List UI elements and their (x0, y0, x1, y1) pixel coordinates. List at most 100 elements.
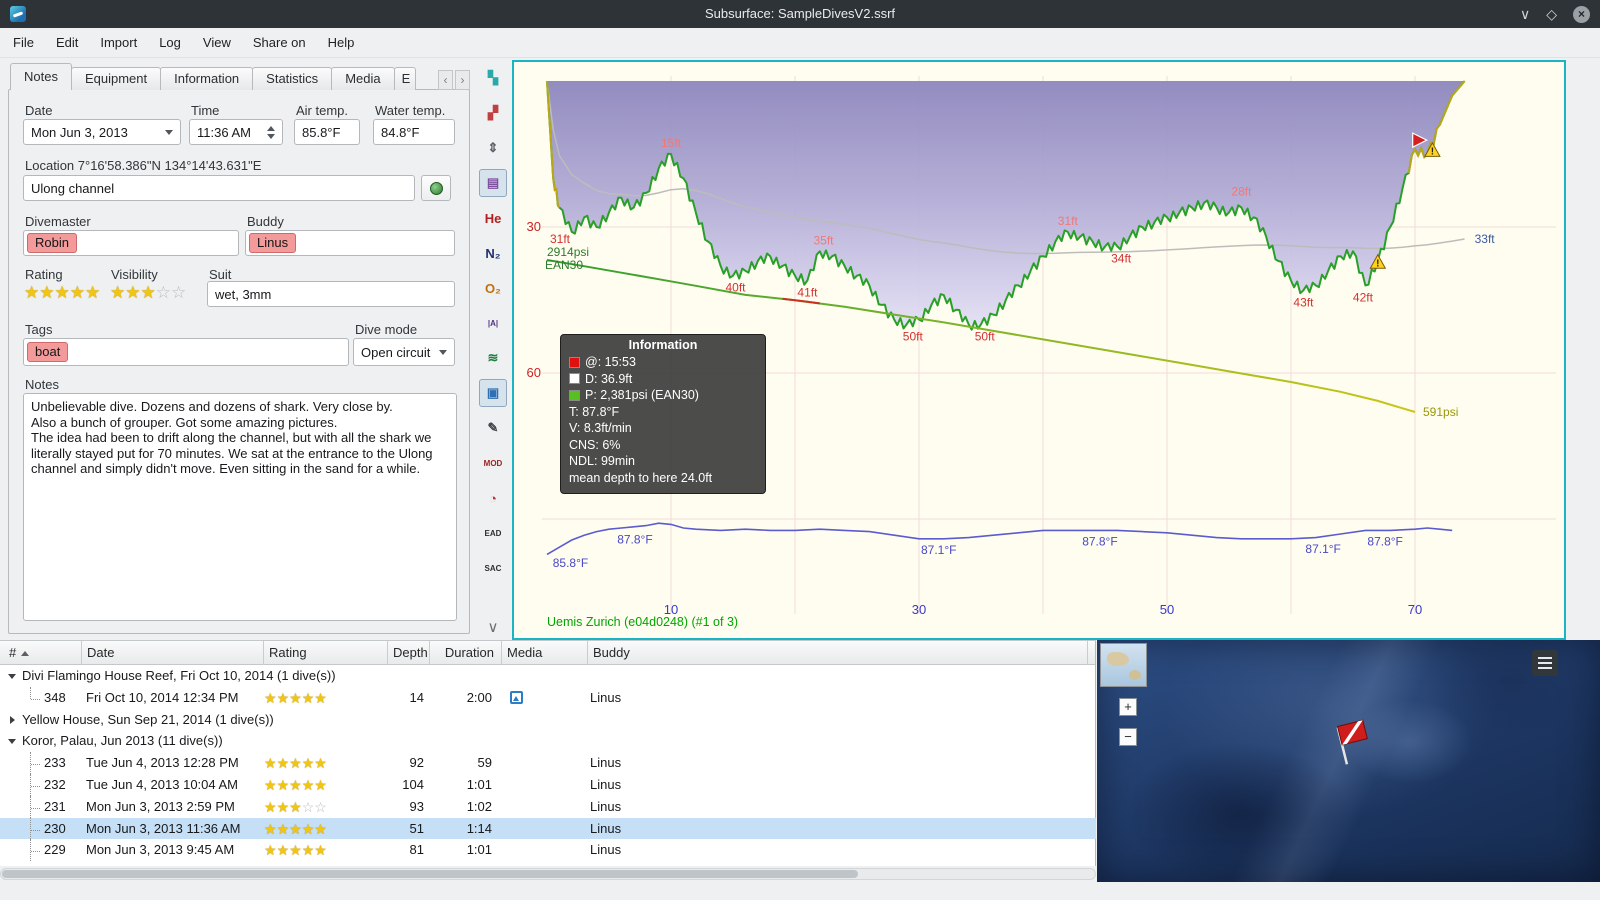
pp-helium-graph-icon[interactable]: He (479, 204, 507, 232)
trip-row[interactable]: Koror, Palau, Jun 2013 (11 dive(s)) (0, 730, 1096, 752)
minimize-button[interactable]: ∨ (1520, 7, 1530, 21)
star-filled-icon[interactable]: ★ (314, 690, 327, 706)
column-header-depth[interactable]: Depth (388, 641, 430, 665)
column-header-media[interactable]: Media (502, 641, 588, 665)
dc-ceiling-graph-icon[interactable]: ▚ (479, 64, 507, 92)
star-filled-icon[interactable]: ★ (85, 283, 100, 302)
star-filled-icon[interactable]: ★ (264, 799, 277, 815)
air-temp-field[interactable]: 85.8°F (294, 119, 360, 145)
star-filled-icon[interactable]: ★ (277, 842, 290, 858)
ndl-toggle-icon[interactable]: ◔ (479, 484, 507, 512)
dive-row[interactable]: 231 Mon Jun 3, 2013 2:59 PM ★★★☆☆ 93 1:02 Lin… (0, 795, 1096, 818)
star-empty-icon[interactable]: ☆ (314, 799, 327, 815)
dive-row[interactable]: 232 Tue Jun 4, 2013 10:04 AM ★★★★★ 104 1:01 L… (0, 773, 1096, 796)
zoom-in-button[interactable]: + (1119, 698, 1137, 716)
star-filled-icon[interactable]: ★ (302, 690, 315, 706)
star-filled-icon[interactable]: ★ (39, 283, 54, 302)
dive-row[interactable]: 229 Mon Jun 3, 2013 9:45 AM ★★★★★ 81 1:01 Lin… (0, 839, 1096, 862)
star-filled-icon[interactable]: ★ (289, 842, 302, 858)
visibility-stars[interactable]: ★★★☆☆ (110, 284, 186, 301)
map-menu-button[interactable] (1532, 650, 1558, 676)
close-button[interactable]: × (1573, 5, 1590, 23)
star-filled-icon[interactable]: ★ (264, 690, 277, 706)
collapse-toolbar-button[interactable]: ∨ (488, 618, 499, 636)
star-filled-icon[interactable]: ★ (70, 283, 85, 302)
globe-button[interactable] (421, 175, 451, 201)
dive-row[interactable]: 348 Fri Oct 10, 2014 12:34 PM ★★★★★ 14 2:00 L… (0, 686, 1096, 709)
star-filled-icon[interactable]: ★ (314, 755, 327, 771)
scale-graph-icon[interactable]: ⇕ (479, 134, 507, 162)
temperature-graph-icon[interactable]: ▞ (479, 99, 507, 127)
tab-information[interactable]: Information (160, 67, 254, 90)
divemaster-input[interactable]: Robin (23, 230, 239, 256)
date-select[interactable]: Mon Jun 3, 2013 (23, 119, 181, 145)
mod-toggle-icon[interactable]: MOD (479, 449, 507, 477)
scrollbar-thumb[interactable] (2, 870, 858, 878)
star-filled-icon[interactable]: ★ (141, 283, 156, 302)
tab-scroll-right-button[interactable]: › (455, 70, 470, 90)
star-filled-icon[interactable]: ★ (264, 755, 277, 771)
ead-toggle-icon[interactable]: EAD (479, 519, 507, 547)
zoom-out-button[interactable]: − (1119, 728, 1137, 746)
ruler-icon[interactable]: ✎ (479, 414, 507, 442)
menu-edit[interactable]: Edit (45, 30, 89, 55)
star-filled-icon[interactable]: ★ (264, 821, 277, 837)
column-header-number[interactable]: # (4, 641, 82, 665)
air-pressure-graph-icon[interactable]: |A| (479, 309, 507, 337)
star-filled-icon[interactable]: ★ (314, 821, 327, 837)
column-header-date[interactable]: Date (82, 641, 264, 665)
dive-row[interactable]: 233 Tue Jun 4, 2013 12:28 PM ★★★★★ 92 59 Linu… (0, 752, 1096, 774)
tab-equipment[interactable]: Equipment (70, 67, 162, 90)
buddy-input[interactable]: Linus (245, 230, 455, 256)
maximize-button[interactable]: ◇ (1546, 7, 1557, 21)
pp-oxygen-graph-icon[interactable]: O₂ (479, 274, 507, 302)
dive-profile-panel[interactable]: 10 30 50 70 30 60 15ft 40ft 41ft 35ft 50ft 50ft 31ft… (512, 60, 1566, 640)
horizontal-scrollbar[interactable] (0, 868, 1096, 880)
photo-indicator-icon[interactable] (510, 690, 523, 704)
column-header-rating[interactable]: Rating (264, 641, 388, 665)
star-empty-icon[interactable]: ☆ (302, 799, 315, 815)
menu-file[interactable]: File (2, 30, 45, 55)
tab-notes[interactable]: Notes (10, 63, 72, 90)
star-empty-icon[interactable]: ☆ (156, 283, 171, 302)
star-filled-icon[interactable]: ★ (289, 690, 302, 706)
expand-trip-icon[interactable] (10, 715, 15, 724)
star-filled-icon[interactable]: ★ (277, 821, 290, 837)
menu-log[interactable]: Log (148, 30, 192, 55)
column-header-buddy[interactable]: Buddy (588, 641, 1088, 665)
star-filled-icon[interactable]: ★ (289, 821, 302, 837)
star-empty-icon[interactable]: ☆ (171, 283, 186, 302)
star-filled-icon[interactable]: ★ (277, 755, 290, 771)
trip-row[interactable]: Yellow House, Sun Sep 21, 2014 (1 dive(s… (0, 709, 1096, 731)
tab-e[interactable]: E (393, 67, 416, 90)
tab-scroll-left-button[interactable]: ‹ (438, 70, 453, 90)
notes-textarea[interactable]: Unbelievable dive. Dozens and dozens of … (23, 393, 457, 621)
star-filled-icon[interactable]: ★ (277, 799, 290, 815)
pp-nitrogen-graph-icon[interactable]: N₂ (479, 239, 507, 267)
spin-down-icon[interactable] (267, 133, 275, 139)
heart-rate-graph-icon[interactable]: ≋ (479, 344, 507, 372)
map-canvas[interactable]: + − (1097, 640, 1600, 882)
dive-flag-marker[interactable] (1332, 718, 1376, 768)
column-header-duration[interactable]: Duration (430, 641, 502, 665)
menu-view[interactable]: View (192, 30, 242, 55)
star-filled-icon[interactable]: ★ (110, 283, 125, 302)
menu-share-on[interactable]: Share on (242, 30, 317, 55)
collapse-trip-icon[interactable] (8, 739, 16, 745)
star-filled-icon[interactable]: ★ (277, 777, 290, 793)
suit-input[interactable]: wet, 3mm (207, 281, 455, 307)
calculated-ceiling-icon[interactable]: ▤ (479, 169, 507, 197)
water-temp-field[interactable]: 84.8°F (373, 119, 455, 145)
star-filled-icon[interactable]: ★ (314, 842, 327, 858)
collapse-trip-icon[interactable] (8, 674, 16, 679)
star-filled-icon[interactable]: ★ (264, 842, 277, 858)
menu-help[interactable]: Help (317, 30, 366, 55)
rating-stars[interactable]: ★★★★★ (24, 284, 100, 301)
buddy-tag[interactable]: Linus (249, 233, 297, 253)
star-filled-icon[interactable]: ★ (289, 755, 302, 771)
dive-mode-select[interactable]: Open circuit (353, 338, 455, 366)
tab-statistics[interactable]: Statistics (252, 67, 333, 90)
menu-import[interactable]: Import (89, 30, 148, 55)
star-filled-icon[interactable]: ★ (55, 283, 70, 302)
location-input[interactable]: Ulong channel (23, 175, 415, 201)
